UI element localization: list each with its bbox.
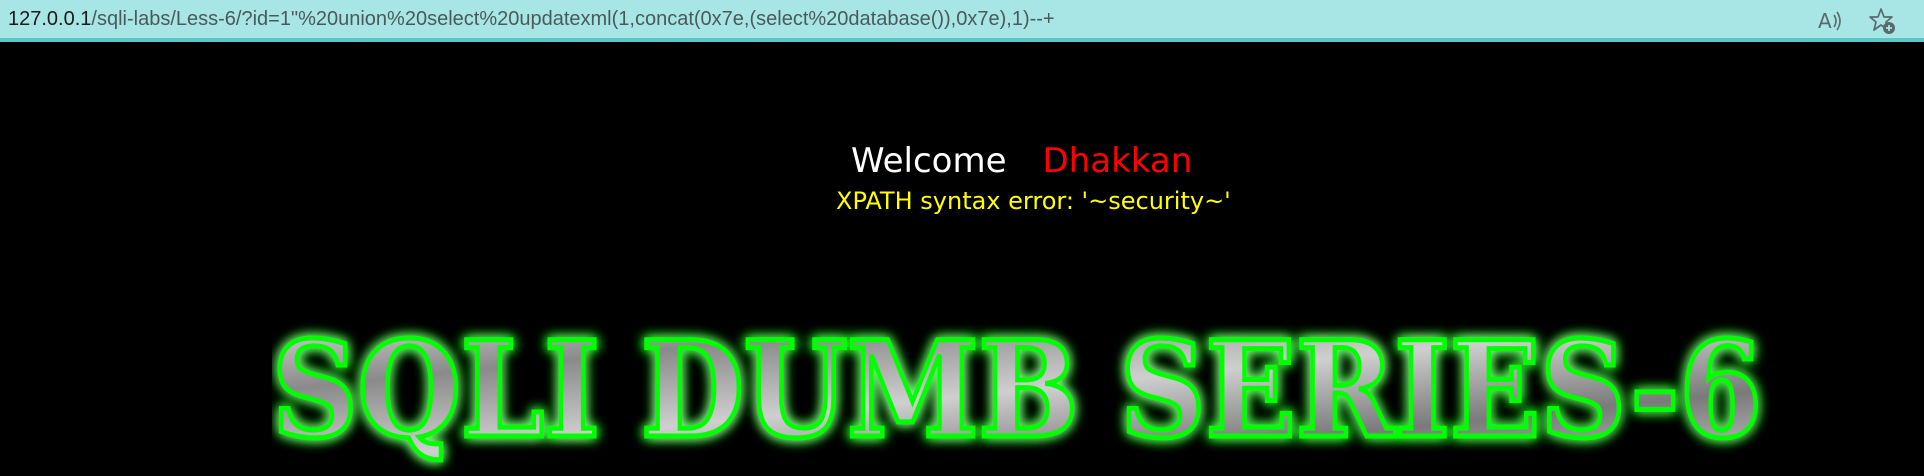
error-message: XPATH syntax error: '~security~' bbox=[836, 187, 1231, 215]
svg-text:A: A bbox=[1818, 9, 1832, 33]
address-bar[interactable]: 127.0.0.1/sqli-labs/Less-6/?id=1"%20unio… bbox=[0, 0, 1924, 42]
welcome-text: Welcome bbox=[851, 141, 1007, 181]
sqli-dumb-series-banner: SQLI DUMB SERIES-6 bbox=[272, 311, 1765, 471]
welcome-message: Welcome Dhakkan bbox=[851, 141, 1192, 181]
url-path: /sqli-labs/Less-6/?id=1"%20union%20selec… bbox=[91, 8, 1055, 30]
url-host: 127.0.0.1 bbox=[8, 8, 92, 30]
banner-text: SQLI DUMB SERIES-6 bbox=[272, 313, 1762, 468]
page-content: Welcome Dhakkan XPATH syntax error: '~sec… bbox=[0, 46, 1924, 471]
read-aloud-icon[interactable]: A bbox=[1815, 6, 1845, 36]
favorite-add-icon[interactable] bbox=[1867, 6, 1897, 36]
url-field[interactable]: 127.0.0.1/sqli-labs/Less-6/?id=1"%20unio… bbox=[8, 7, 1055, 31]
user-name-text: Dhakkan bbox=[1042, 141, 1193, 181]
